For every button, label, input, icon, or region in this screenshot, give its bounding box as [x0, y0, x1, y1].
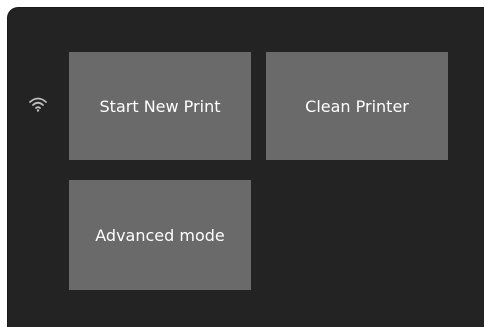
wifi-icon — [29, 97, 47, 112]
clean-printer-label: Clean Printer — [305, 96, 409, 116]
advanced-mode-button[interactable]: Advanced mode — [69, 180, 251, 290]
printer-screen: Start New Print Clean Printer Advanced m… — [8, 8, 484, 327]
advanced-mode-label: Advanced mode — [95, 225, 225, 245]
clean-printer-button[interactable]: Clean Printer — [266, 52, 448, 160]
start-new-print-label: Start New Print — [99, 96, 221, 116]
start-new-print-button[interactable]: Start New Print — [69, 52, 251, 160]
